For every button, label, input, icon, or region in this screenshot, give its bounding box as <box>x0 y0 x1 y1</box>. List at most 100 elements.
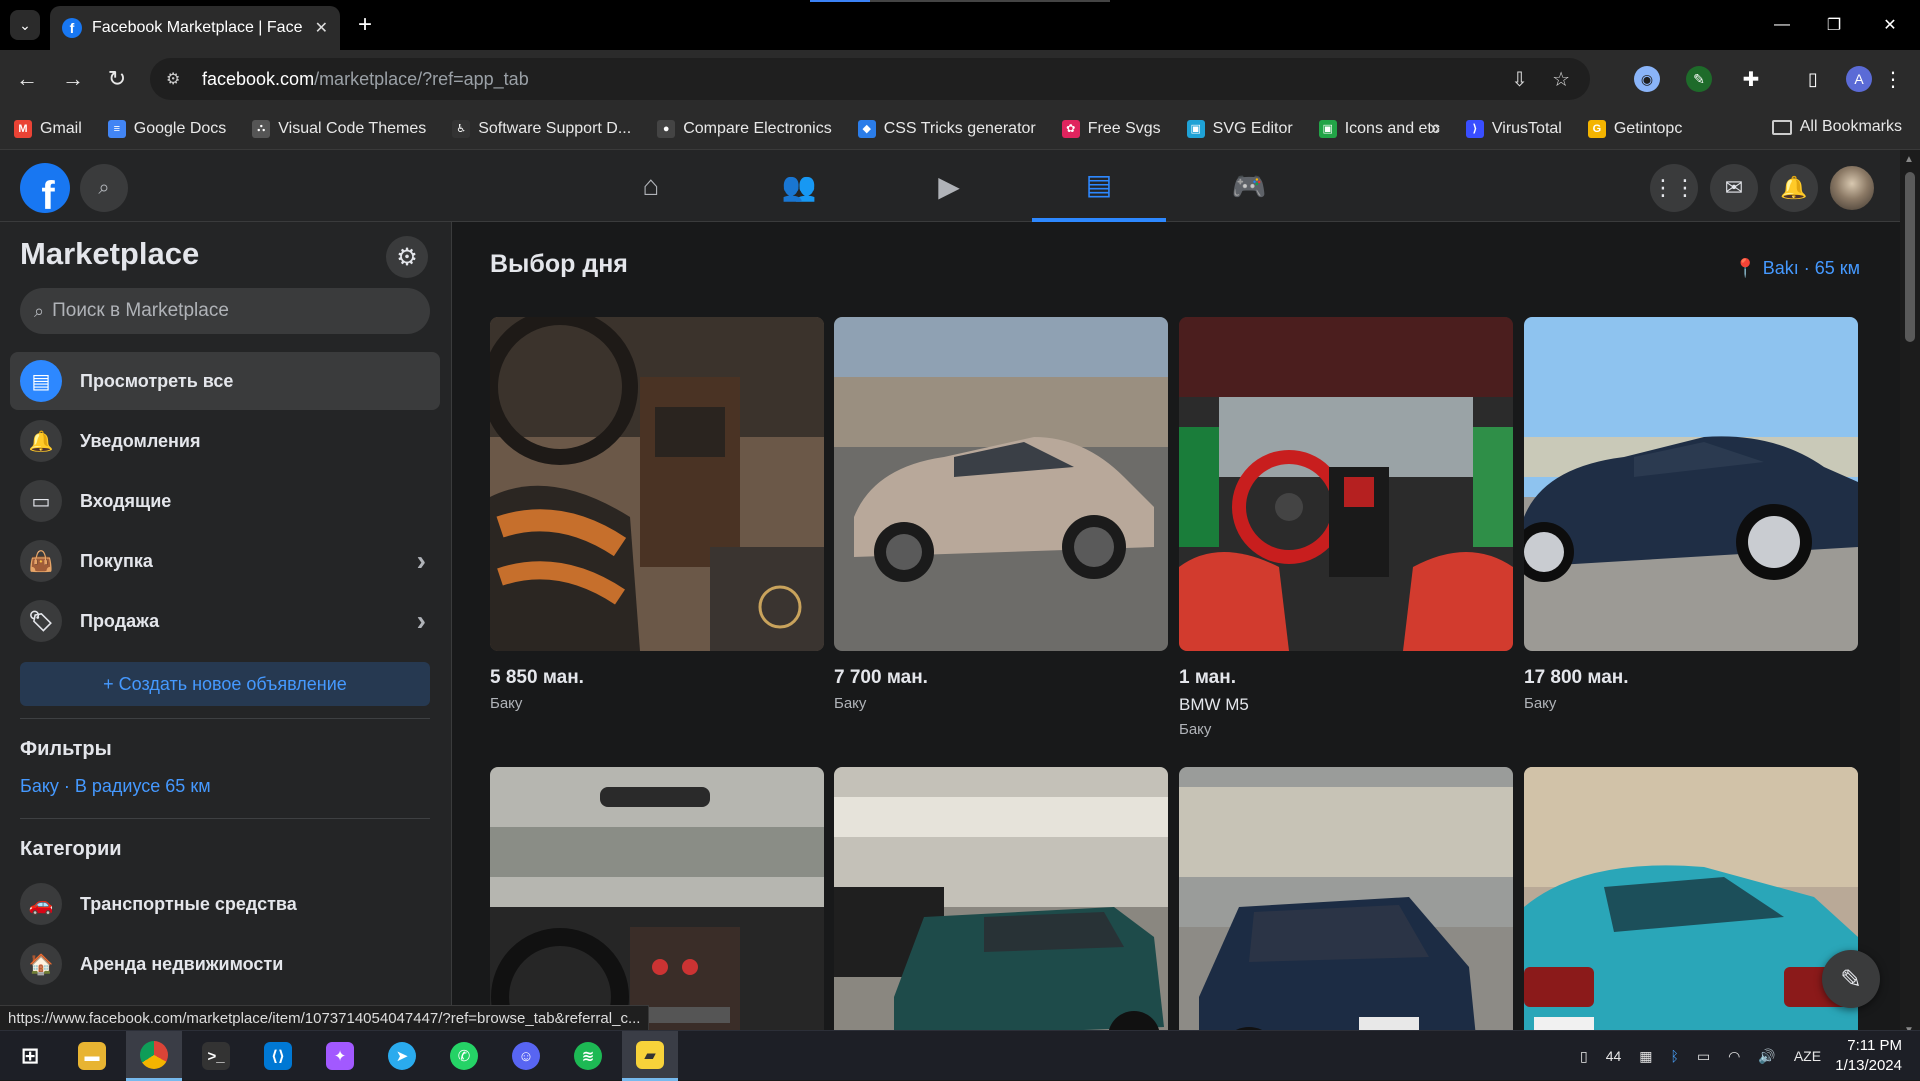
settings-gear-icon[interactable]: ⚙ <box>386 236 428 278</box>
side-panel-icon[interactable]: ▯ <box>1800 66 1826 92</box>
forward-button[interactable]: → <box>58 64 88 94</box>
page-scrollbar[interactable]: ▲ ▼ <box>1900 150 1920 1040</box>
more-bookmarks-icon[interactable]: » <box>1430 118 1440 139</box>
taskbar-vscode[interactable]: ⟨⟩ <box>250 1031 306 1081</box>
bookmark-item[interactable]: M Gmail <box>14 119 82 138</box>
battery-icon[interactable]: ▭ <box>1697 1048 1710 1065</box>
tray-app-icon[interactable]: ▦ <box>1639 1048 1652 1065</box>
listing-card[interactable] <box>1524 767 1858 1040</box>
listing-card[interactable] <box>834 767 1168 1040</box>
url-path: /marketplace/?ref=app_tab <box>314 68 529 89</box>
chrome-menu-icon[interactable]: ⋮ <box>1880 66 1906 92</box>
sidebar-item-2[interactable]: ▭ Входящие <box>10 472 440 530</box>
sidebar-item-4[interactable]: 🏷 Продажа › <box>10 592 440 650</box>
category-item[interactable]: 🏠 Аренда недвижимости <box>10 935 440 993</box>
minimize-button[interactable]: — <box>1752 0 1812 50</box>
start-button[interactable]: ⊞ <box>2 1031 58 1081</box>
compose-message-icon[interactable]: ✎ <box>1822 950 1880 1008</box>
listing-card[interactable] <box>490 767 824 1040</box>
window-close-button[interactable]: ✕ <box>1860 0 1920 50</box>
listing-photo[interactable] <box>1524 767 1858 1040</box>
taskbar-chrome[interactable] <box>126 1031 182 1081</box>
listing-card[interactable]: 17 800 ман. Баку <box>1524 317 1858 712</box>
tab-close-icon[interactable]: ✕ <box>315 18 328 38</box>
notifications-bell-icon[interactable]: 🔔 <box>1770 164 1818 212</box>
category-item[interactable]: 🚗 Транспортные средства <box>10 875 440 933</box>
sidebar-item-0[interactable]: ▤ Просмотреть все <box>10 352 440 410</box>
create-listing-button[interactable]: + Создать новое объявление <box>20 662 430 706</box>
listing-photo[interactable] <box>1179 317 1513 651</box>
restore-button[interactable]: ❐ <box>1804 0 1864 50</box>
bookmark-item[interactable]: ⛬ Visual Code Themes <box>252 119 426 138</box>
listing-card[interactable] <box>1179 767 1513 1040</box>
taskbar-clock[interactable]: 7:11 PM 1/13/2024 <box>1835 1036 1902 1076</box>
gaming-tab-icon[interactable]: 🎮 <box>1182 150 1316 222</box>
tab-search-button[interactable]: ⌄ <box>10 10 40 40</box>
facebook-logo-icon[interactable]: f <box>20 163 70 213</box>
back-button[interactable]: ← <box>12 64 42 94</box>
bookmark-item[interactable]: ⟩ VirusTotal <box>1465 119 1562 138</box>
chevron-right-icon: › <box>416 605 426 636</box>
address-bar[interactable]: ⚙ facebook.com/marketplace/?ref=app_tab … <box>150 58 1590 100</box>
extensions-puzzle-icon[interactable]: ✚ <box>1738 66 1764 92</box>
bookmark-star-icon[interactable]: ☆ <box>1552 67 1570 92</box>
tray-count[interactable]: 44 <box>1606 1048 1622 1064</box>
listing-card[interactable]: 1 ман. BMW M5 Баку <box>1179 317 1513 738</box>
extension-green-icon[interactable]: ✎ <box>1686 66 1712 92</box>
extension-lens-icon[interactable]: ◉ <box>1634 66 1660 92</box>
taskbar-discord[interactable]: ☺ <box>498 1031 554 1081</box>
site-info-icon[interactable]: ⚙ <box>166 69 186 89</box>
friends-tab-icon[interactable]: 👥 <box>732 150 866 222</box>
listing-photo[interactable] <box>834 317 1168 651</box>
taskbar-sticky-notes[interactable]: ▰ <box>622 1031 678 1081</box>
location-selector[interactable]: 📍 Bakı · 65 км <box>1734 258 1860 279</box>
marketplace-tab-icon[interactable]: ▤ <box>1032 150 1166 222</box>
taskbar-figma[interactable]: ✦ <box>312 1031 368 1081</box>
wifi-icon[interactable]: ◠ <box>1728 1048 1740 1065</box>
bookmark-item[interactable]: ◆ CSS Tricks generator <box>857 119 1036 138</box>
listing-photo[interactable] <box>490 767 824 1040</box>
home-tab-icon[interactable]: ⌂ <box>584 150 718 222</box>
scroll-up-icon[interactable]: ▲ <box>1904 154 1914 165</box>
volume-icon[interactable]: 🔊 <box>1758 1048 1775 1065</box>
listing-card[interactable]: 7 700 ман. Баку <box>834 317 1168 712</box>
listing-photo[interactable] <box>1179 767 1513 1040</box>
search-icon: ⌕ <box>34 300 45 321</box>
bluetooth-icon[interactable]: ᛒ <box>1671 1048 1679 1064</box>
browser-tab-active[interactable]: f Facebook Marketplace | Facebook ✕ <box>50 6 340 50</box>
taskbar-terminal[interactable]: >_ <box>188 1031 244 1081</box>
language-indicator[interactable]: AZE <box>1794 1048 1821 1064</box>
bookmark-item[interactable]: ▣ Icons and etc <box>1318 119 1440 138</box>
search-icon[interactable]: ⌕ <box>80 164 128 212</box>
video-tab-icon[interactable]: ▶ <box>882 150 1016 222</box>
tray-phone-icon[interactable]: ▯ <box>1580 1048 1588 1065</box>
listing-card[interactable]: 5 850 ман. Баку <box>490 317 824 712</box>
bookmark-item[interactable]: ● Compare Electronics <box>657 119 832 138</box>
sidebar-item-1[interactable]: 🔔 Уведомления <box>10 412 440 470</box>
bookmark-item[interactable]: ✿ Free Svgs <box>1061 119 1161 138</box>
bookmark-item[interactable]: ≡ Google Docs <box>107 119 226 138</box>
listing-photo[interactable] <box>834 767 1168 1040</box>
profile-avatar[interactable]: A <box>1846 66 1872 92</box>
bookmark-item[interactable]: ♿ Software Support D... <box>452 119 631 138</box>
taskbar-whatsapp[interactable]: ✆ <box>436 1031 492 1081</box>
taskbar-explorer[interactable]: ▬ <box>64 1031 120 1081</box>
taskbar-spotify[interactable]: ≋ <box>560 1031 616 1081</box>
bookmark-label: CSS Tricks generator <box>883 119 1036 137</box>
install-app-icon[interactable]: ⇩ <box>1511 67 1528 92</box>
new-tab-button[interactable]: + <box>350 10 380 40</box>
location-filter-link[interactable]: Баку · В радиусе 65 км <box>20 776 211 797</box>
menu-grid-icon[interactable]: ⋮⋮ <box>1650 164 1698 212</box>
taskbar-telegram[interactable]: ➤ <box>374 1031 430 1081</box>
account-avatar[interactable] <box>1828 164 1876 212</box>
scrollbar-thumb[interactable] <box>1905 172 1915 342</box>
sidebar-item-3[interactable]: 👜 Покупка › <box>10 532 440 590</box>
listing-photo[interactable] <box>1524 317 1858 651</box>
messenger-icon[interactable]: ✉ <box>1710 164 1758 212</box>
marketplace-search-input[interactable]: ⌕ Поиск в Marketplace <box>20 288 430 334</box>
bookmark-item[interactable]: G Getintopc <box>1587 119 1682 138</box>
listing-photo[interactable] <box>490 317 824 651</box>
all-bookmarks-button[interactable]: All Bookmarks <box>1771 118 1902 136</box>
bookmark-item[interactable]: ▣ SVG Editor <box>1186 119 1293 138</box>
reload-button[interactable]: ↻ <box>102 64 132 94</box>
